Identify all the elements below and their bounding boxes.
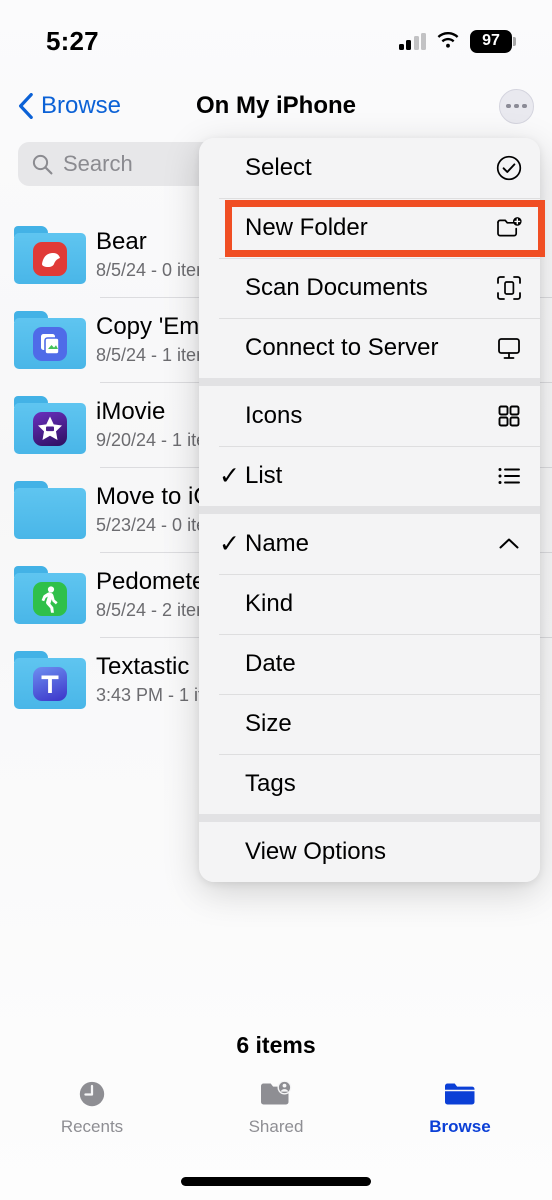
folder-bear-icon [14,225,86,284]
home-indicator [181,1177,371,1186]
items-count-label: 6 items [236,1032,316,1058]
list-item-text: Copy 'Em 8/5/24 - 1 item [96,313,211,366]
navigation-bar: Browse On My iPhone [0,78,552,134]
ellipsis-circle-icon[interactable] [499,88,534,124]
menu-item-sort-tags[interactable]: Tags [199,754,540,814]
folder-plain-icon [14,480,86,539]
menu-item-label: Tags [245,770,296,797]
menu-item-label: New Folder [245,214,368,241]
menu-item-label: View Options [245,838,386,865]
context-menu: Select New Folder Scan Documents Connect… [199,138,540,882]
monitor-icon [498,338,520,359]
tab-label: Shared [248,1117,304,1136]
context-menu-group: Icons ✓ List [199,378,540,506]
folder-plus-icon [497,217,522,237]
folder-icon [441,1078,479,1110]
menu-item-label: Icons [245,402,303,429]
tab-shared[interactable]: Shared [184,1078,368,1137]
menu-item-label: Name [245,530,310,557]
folder-imovie-icon [14,395,86,454]
menu-item-list[interactable]: ✓ List [199,446,540,506]
magnifier-icon [32,154,53,174]
file-name: Copy 'Em [96,313,200,341]
menu-item-sort-size[interactable]: Size [199,694,540,754]
back-button[interactable]: Browse [18,92,121,120]
scan-document-icon [497,276,521,300]
folder-textastic-icon [14,650,86,709]
folder-person-icon [257,1078,295,1110]
folder-copyem-icon [14,310,86,369]
menu-item-scan-documents[interactable]: Scan Documents [199,258,540,318]
cellular-bars-icon [398,32,426,50]
back-button-label: Browse [41,92,122,119]
menu-item-label: Date [245,650,296,677]
menu-item-label: Kind [245,590,294,617]
tab-label: Recents [60,1117,124,1136]
menu-item-label: Size [245,710,292,737]
chevron-up-icon [499,538,519,549]
menu-item-icons[interactable]: Icons [199,386,540,446]
menu-item-label: Scan Documents [245,274,428,301]
menu-item-sort-name[interactable]: ✓ Name [199,514,540,574]
menu-item-sort-date[interactable]: Date [199,634,540,694]
context-menu-group: Select New Folder Scan Documents Connect… [199,138,540,378]
tab-label: Browse [429,1117,491,1136]
menu-item-new-folder[interactable]: New Folder [199,198,540,258]
battery-indicator: 97 [470,29,516,53]
checkmark-circle-icon [496,155,522,181]
grid-icon [498,405,520,427]
menu-item-label: List [245,462,283,489]
wifi-icon [437,32,459,48]
context-menu-group: ✓ Name Kind Date Size Tags [199,506,540,814]
menu-item-view-options[interactable]: View Options [199,822,540,882]
battery-level: 97 [482,32,500,49]
menu-item-label: Connect to Server [245,334,439,361]
file-subtitle: 8/5/24 - 1 item [96,344,212,365]
menu-item-checkmark: ✓ [219,461,240,490]
menu-item-label: Select [245,154,312,181]
chevron-left-icon [19,93,33,119]
tab-recents[interactable]: Recents [0,1078,184,1137]
clock-icon [73,1078,111,1110]
tab-bar: Recents Shared Browse [0,1068,552,1160]
menu-item-checkmark: ✓ [219,529,240,558]
context-menu-group: View Options [199,814,540,882]
status-indicators: 97 [398,20,516,53]
search-placeholder: Search [63,151,133,176]
iphone-screen: 5:27 97 Browse On My iPhone Search Bear … [0,0,552,1200]
menu-item-sort-kind[interactable]: Kind [199,574,540,634]
list-icon [498,468,520,484]
folder-pedometer-icon [14,565,86,624]
menu-item-connect-to-server[interactable]: Connect to Server [199,318,540,378]
status-time: 5:27 [46,25,99,56]
tab-browse[interactable]: Browse [368,1078,552,1137]
status-bar: 5:27 97 [0,0,552,72]
menu-item-select[interactable]: Select [199,138,540,198]
